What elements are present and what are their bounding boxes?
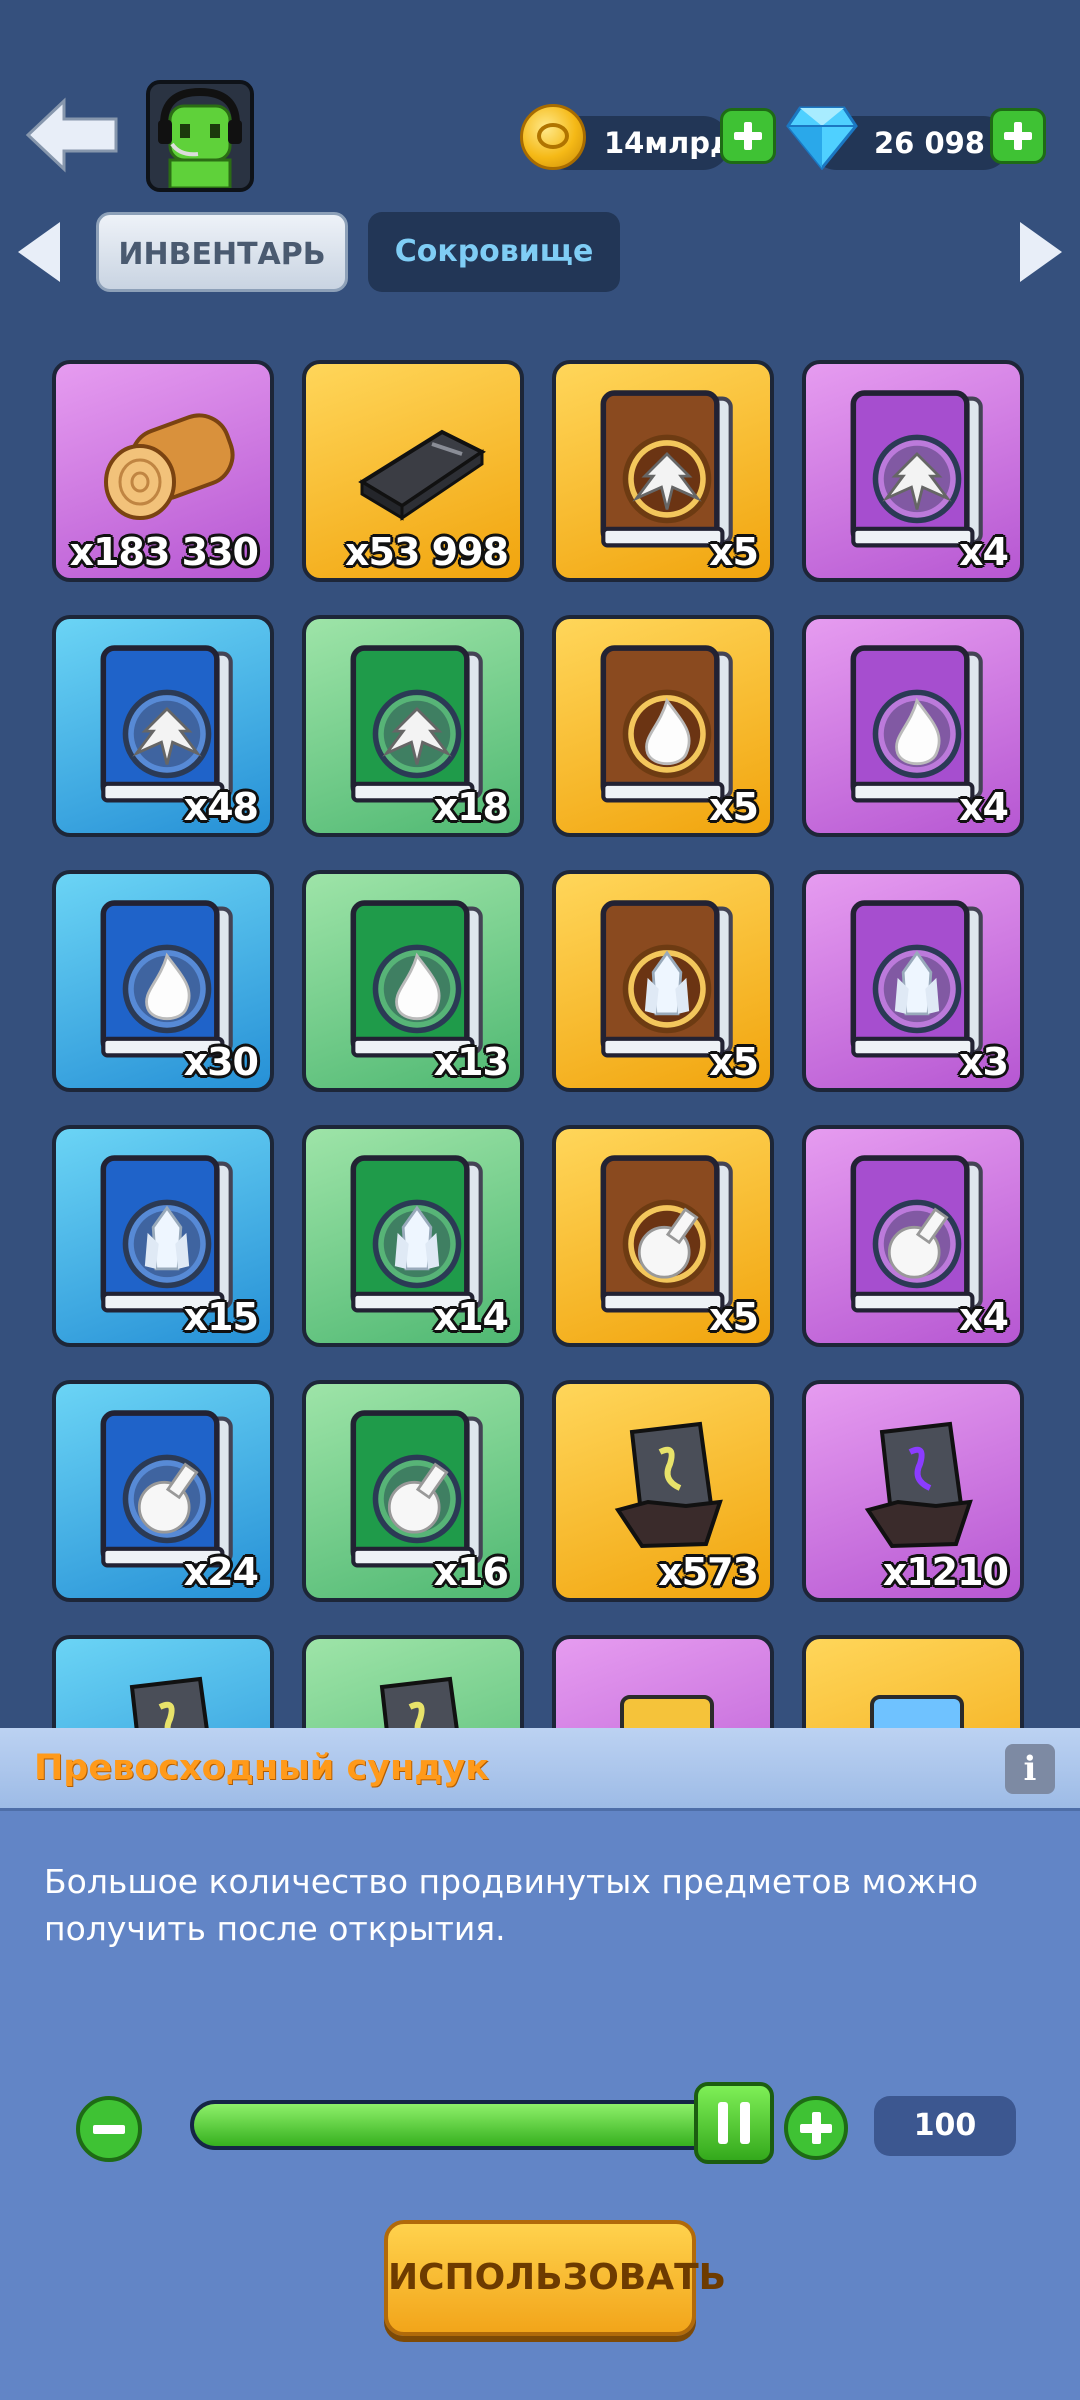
info-button[interactable]: i — [1005, 1744, 1055, 1794]
inventory-item[interactable]: x3 — [802, 870, 1024, 1092]
item-count: x24 — [183, 1550, 259, 1594]
back-arrow-icon[interactable] — [22, 95, 122, 175]
gems-amount: 26 098 — [874, 126, 985, 160]
inventory-item[interactable]: x1210 — [802, 1380, 1024, 1602]
item-count: x16 — [433, 1550, 509, 1594]
item-count: x5 — [709, 530, 759, 574]
item-count: x4 — [959, 1295, 1009, 1339]
inventory-item[interactable]: x183 330 — [52, 360, 274, 582]
tab-prev-arrow-icon[interactable] — [18, 222, 60, 282]
item-count: x4 — [959, 530, 1009, 574]
inventory-item[interactable]: x5 — [552, 1125, 774, 1347]
increase-quantity-button[interactable] — [784, 2096, 848, 2160]
item-count: x4 — [959, 785, 1009, 829]
item-count: x183 330 — [69, 530, 259, 574]
inventory-item[interactable]: x4 — [802, 615, 1024, 837]
inventory-item[interactable]: x16 — [302, 1380, 524, 1602]
inventory-item[interactable]: x24 — [52, 1380, 274, 1602]
use-button[interactable]: ИСПОЛЬЗОВАТЬ — [384, 2220, 726, 2336]
item-count: x573 — [658, 1550, 759, 1594]
item-count: x1210 — [882, 1550, 1009, 1594]
gold-amount: 14млрд — [604, 126, 734, 160]
tab-inventory[interactable]: ИНВЕНТАРЬ — [96, 212, 348, 292]
inventory-item[interactable]: x48 — [52, 615, 274, 837]
item-count: x14 — [433, 1295, 509, 1339]
quantity-slider[interactable] — [190, 2100, 720, 2150]
item-count: x15 — [183, 1295, 259, 1339]
item-title: Превосходный сундук — [34, 1748, 490, 1788]
inventory-grid: x183 330 x53 998 x5 x4 x48 x18 x5 x4 x30… — [0, 330, 1080, 1730]
inventory-item[interactable] — [52, 1635, 274, 1730]
inventory-item[interactable]: x15 — [52, 1125, 274, 1347]
item-count: x5 — [709, 1040, 759, 1084]
inventory-item[interactable]: x573 — [552, 1380, 774, 1602]
item-description: Большое количество продвинутых предметов… — [44, 1862, 979, 1948]
item-count: x13 — [433, 1040, 509, 1084]
inventory-item[interactable]: x5 — [552, 615, 774, 837]
tab-next-arrow-icon[interactable] — [1020, 222, 1062, 282]
decrease-quantity-button[interactable] — [76, 2096, 142, 2162]
inventory-item[interactable]: x4 — [802, 1125, 1024, 1347]
gold-coin-icon — [520, 104, 586, 170]
inventory-item[interactable]: x5 — [552, 360, 774, 582]
inventory-item[interactable]: x14 — [302, 1125, 524, 1347]
inventory-item[interactable]: x30 — [52, 870, 274, 1092]
add-gold-button[interactable] — [720, 108, 776, 164]
panel-header: Превосходный сундук i — [0, 1728, 1080, 1811]
inventory-item[interactable]: x18 — [302, 615, 524, 837]
inventory-item[interactable] — [302, 1635, 524, 1730]
diamond-icon — [786, 106, 858, 170]
item-count: x18 — [433, 785, 509, 829]
inventory-item[interactable]: x4 — [802, 360, 1024, 582]
inventory-item[interactable]: x5 — [552, 870, 774, 1092]
item-count: x53 998 — [345, 530, 509, 574]
quantity-value: 100 — [874, 2096, 1016, 2156]
item-count: x48 — [183, 785, 259, 829]
top-bar: 14млрд 26 098 ИНВЕНТАРЬ Сокровище — [0, 0, 1080, 320]
item-count: x5 — [709, 1295, 759, 1339]
item-count: x3 — [959, 1040, 1009, 1084]
tab-treasure[interactable]: Сокровище — [368, 212, 620, 292]
item-count: x30 — [183, 1040, 259, 1084]
inventory-item[interactable]: x13 — [302, 870, 524, 1092]
slider-handle[interactable] — [694, 2082, 774, 2164]
inventory-item[interactable]: x53 998 — [302, 360, 524, 582]
avatar[interactable] — [146, 80, 254, 192]
inventory-item[interactable] — [802, 1635, 1024, 1730]
item-count: x5 — [709, 785, 759, 829]
inventory-item[interactable] — [552, 1635, 774, 1730]
add-gems-button[interactable] — [990, 108, 1046, 164]
slider-fill — [194, 2104, 716, 2146]
